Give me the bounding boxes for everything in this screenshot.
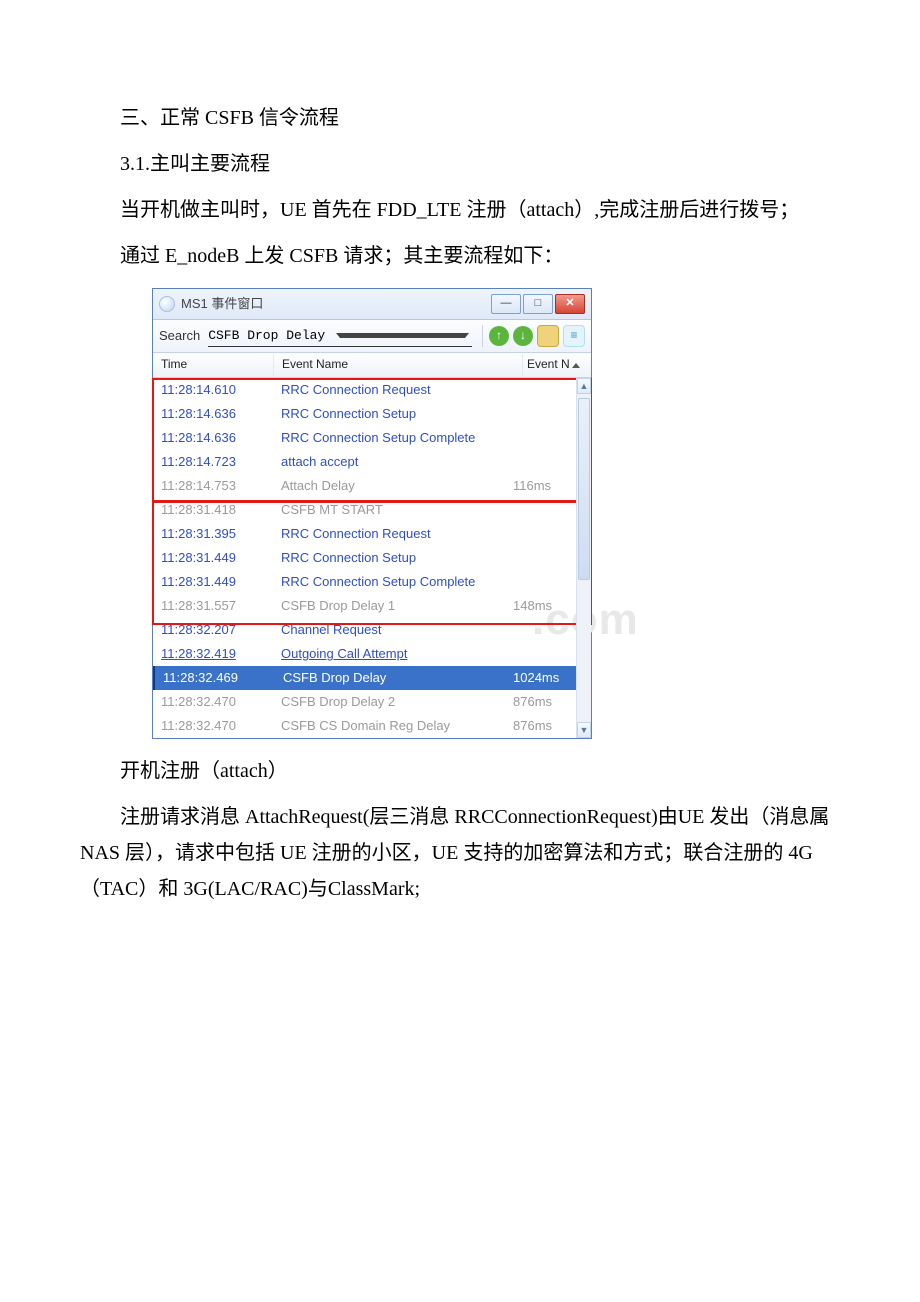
cell-time: 11:28:14.636 xyxy=(153,402,273,425)
paragraph-3: 开机注册（attach） xyxy=(80,753,840,789)
dropdown-icon[interactable] xyxy=(336,333,469,338)
cell-time: 11:28:14.610 xyxy=(153,378,273,401)
window-titlebar: MS1 事件窗口 — □ ✕ xyxy=(153,289,591,320)
cell-event: RRC Connection Request xyxy=(273,378,509,401)
cell-time: 11:28:32.470 xyxy=(153,690,273,713)
cell-event: RRC Connection Request xyxy=(273,522,509,545)
scrollbar[interactable]: ▲ ▼ xyxy=(576,378,591,738)
table-row[interactable]: 11:28:14.636RRC Connection Setup xyxy=(153,402,577,426)
cell-time: 11:28:31.557 xyxy=(153,594,273,617)
cell-event: CSFB Drop Delay xyxy=(275,666,509,689)
table-row[interactable]: 11:28:31.557CSFB Drop Delay 1148ms xyxy=(153,594,577,618)
paragraph-1: 当开机做主叫时，UE 首先在 FDD_LTE 注册（attach）,完成注册后进… xyxy=(80,192,840,228)
window-title: MS1 事件窗口 xyxy=(181,292,491,315)
event-window-screenshot: .com MS1 事件窗口 — □ ✕ Search CSFB Drop Del… xyxy=(152,288,592,739)
cell-event: RRC Connection Setup Complete xyxy=(273,570,509,593)
sort-asc-icon xyxy=(572,363,580,368)
cell-value: 876ms xyxy=(509,714,577,737)
search-input[interactable]: CSFB Drop Delay xyxy=(208,326,472,347)
window-orb-icon xyxy=(159,296,175,312)
cell-time: 11:28:31.418 xyxy=(153,498,273,521)
cell-value: 116ms xyxy=(509,474,577,497)
list-button[interactable]: ≡ xyxy=(563,325,585,347)
cell-time: 11:28:32.469 xyxy=(153,666,275,689)
cell-time: 11:28:32.207 xyxy=(153,618,273,641)
cell-time: 11:28:14.753 xyxy=(153,474,273,497)
scroll-down-button[interactable]: ▼ xyxy=(577,722,591,738)
cell-event: Attach Delay xyxy=(273,474,509,497)
table-row[interactable]: 11:28:14.610RRC Connection Request xyxy=(153,378,577,402)
cell-event: Outgoing Call Attempt xyxy=(273,642,509,665)
cell-value: 1024ms xyxy=(509,666,577,689)
cell-time: 11:28:31.395 xyxy=(153,522,273,545)
table-row[interactable]: 11:28:31.449RRC Connection Setup Complet… xyxy=(153,570,577,594)
table-row[interactable]: 11:28:14.723attach accept xyxy=(153,450,577,474)
cell-event: CSFB Drop Delay 2 xyxy=(273,690,509,713)
heading-3-1: 3.1.主叫主要流程 xyxy=(80,146,840,182)
table-row[interactable]: 11:28:32.207Channel Request xyxy=(153,618,577,642)
table-row[interactable]: 11:28:14.636RRC Connection Setup Complet… xyxy=(153,426,577,450)
cell-time: 11:28:31.449 xyxy=(153,570,273,593)
cell-time: 11:28:31.449 xyxy=(153,546,273,569)
header-event-name[interactable]: Event Name xyxy=(274,354,523,376)
search-label: Search xyxy=(159,324,200,347)
cell-value: 876ms xyxy=(509,690,577,713)
cell-event: CSFB MT START xyxy=(273,498,509,521)
cell-time: 11:28:32.470 xyxy=(153,714,273,737)
table-row[interactable]: 11:28:32.469CSFB Drop Delay1024ms xyxy=(153,666,577,690)
table-row[interactable]: 11:28:14.753Attach Delay116ms xyxy=(153,474,577,498)
cell-event: RRC Connection Setup Complete xyxy=(273,426,509,449)
cell-event: RRC Connection Setup xyxy=(273,402,509,425)
paragraph-4: 注册请求消息 AttachRequest(层三消息 RRCConnectionR… xyxy=(80,799,840,907)
cell-event: CSFB Drop Delay 1 xyxy=(273,594,509,617)
paragraph-2: 通过 E_nodeB 上发 CSFB 请求；其主要流程如下： xyxy=(80,238,840,274)
maximize-button[interactable]: □ xyxy=(523,294,553,314)
window-toolbar: Search CSFB Drop Delay ↑ ↓ ≡ xyxy=(153,320,591,353)
cell-event: attach accept xyxy=(273,450,509,473)
table-row[interactable]: 11:28:31.418CSFB MT START xyxy=(153,498,577,522)
table-header: Time Event Name Event N xyxy=(153,353,591,378)
next-match-button[interactable]: ↓ xyxy=(513,326,533,346)
settings-button[interactable] xyxy=(537,325,559,347)
cell-time: 11:28:14.636 xyxy=(153,426,273,449)
cell-event: CSFB CS Domain Reg Delay xyxy=(273,714,509,737)
table-row[interactable]: 11:28:32.470CSFB CS Domain Reg Delay876m… xyxy=(153,714,577,738)
cell-time: 11:28:32.419 xyxy=(153,642,273,665)
cell-time: 11:28:14.723 xyxy=(153,450,273,473)
table-row[interactable]: 11:28:32.419Outgoing Call Attempt xyxy=(153,642,577,666)
toolbar-separator xyxy=(482,325,483,347)
scroll-up-button[interactable]: ▲ xyxy=(577,378,591,394)
close-button[interactable]: ✕ xyxy=(555,294,585,314)
header-event-value[interactable]: Event N xyxy=(523,354,591,376)
header-time[interactable]: Time xyxy=(153,354,274,376)
scroll-thumb[interactable] xyxy=(578,398,590,580)
heading-section-3: 三、正常 CSFB 信令流程 xyxy=(80,100,840,136)
minimize-button[interactable]: — xyxy=(491,294,521,314)
table-row[interactable]: 11:28:31.395RRC Connection Request xyxy=(153,522,577,546)
table-row[interactable]: 11:28:31.449RRC Connection Setup xyxy=(153,546,577,570)
cell-value: 148ms xyxy=(509,594,577,617)
cell-event: Channel Request xyxy=(273,618,509,641)
prev-match-button[interactable]: ↑ xyxy=(489,326,509,346)
table-row[interactable]: 11:28:32.470CSFB Drop Delay 2876ms xyxy=(153,690,577,714)
cell-event: RRC Connection Setup xyxy=(273,546,509,569)
